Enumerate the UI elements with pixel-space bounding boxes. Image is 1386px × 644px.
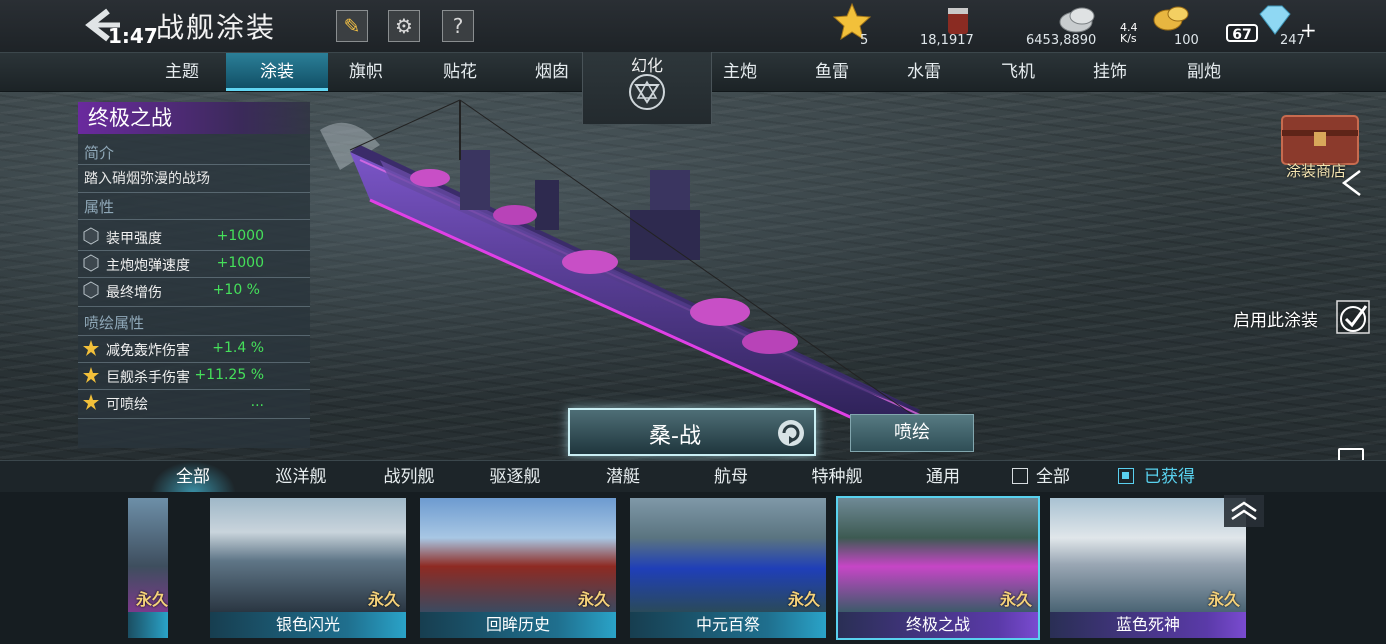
- hex-badge-icon: [83, 281, 99, 299]
- paint-attr-row: 可喷绘 ...: [82, 392, 308, 414]
- tab-paint[interactable]: 涂装: [226, 53, 328, 91]
- collapse-panel-icon[interactable]: [1338, 168, 1366, 198]
- paint-attr-row: 巨舰杀手伤害 +11.25 %: [82, 365, 308, 387]
- tab-theme[interactable]: 主题: [136, 53, 228, 91]
- skin-card[interactable]: 永久 中元百祭: [630, 498, 826, 638]
- skin-card[interactable]: 永久: [128, 498, 168, 638]
- tab-flag[interactable]: 旗帜: [320, 53, 412, 91]
- attr-row: 最终增伤 +10 %: [82, 280, 308, 302]
- filter-all[interactable]: 全部: [150, 461, 236, 493]
- divider: [78, 306, 310, 307]
- transform-button[interactable]: 幻化: [582, 52, 712, 124]
- filter-special[interactable]: 特种舰: [792, 461, 882, 493]
- tab-ornament[interactable]: 挂饰: [1064, 53, 1156, 91]
- attr-row: 装甲强度 +1000: [82, 226, 308, 248]
- gold-count: 100: [1174, 33, 1199, 48]
- settings-button[interactable]: ⚙: [388, 10, 420, 42]
- divider: [78, 277, 310, 278]
- paint-count: 18,1917: [920, 33, 974, 48]
- spray-paint-button[interactable]: 喷绘: [850, 414, 974, 452]
- skin-title: 终极之战: [78, 102, 310, 134]
- divider: [78, 418, 310, 419]
- skin-card[interactable]: 永久 回眸历史: [420, 498, 616, 638]
- divider: [78, 164, 310, 165]
- gear-icon: ⚙: [395, 14, 413, 38]
- apply-skin-label: 启用此涂装: [1233, 311, 1318, 331]
- stars-count: 5: [860, 33, 869, 48]
- tab-decal[interactable]: 贴花: [414, 53, 506, 91]
- tab-aircraft[interactable]: 飞机: [972, 53, 1064, 91]
- hex-badge-icon: [83, 254, 99, 272]
- help-button[interactable]: ?: [442, 10, 474, 42]
- filter-battleship[interactable]: 战列舰: [364, 461, 454, 493]
- divider: [78, 335, 310, 336]
- attr-row: 主炮炮弹速度 +1000: [82, 253, 308, 275]
- page-title: 战舰涂装: [156, 11, 277, 44]
- add-diamond-icon[interactable]: +: [1300, 18, 1317, 42]
- skin-card-selected[interactable]: 永久 终极之战: [836, 496, 1040, 640]
- refresh-icon: [778, 420, 804, 446]
- skin-card-list: 永久 永久 银色闪光 永久 回眸历史 永久 中元百祭 永久 终极之战 永久 蓝色…: [0, 492, 1386, 644]
- skin-ship-name: 桑-战: [649, 424, 701, 449]
- divider: [78, 219, 310, 220]
- intro-heading: 简介: [84, 144, 115, 162]
- skin-card[interactable]: 永久 蓝色死神: [1050, 498, 1246, 638]
- divider: [78, 389, 310, 390]
- apply-skin-checkbox[interactable]: [1336, 300, 1370, 334]
- paint-shop-label[interactable]: 涂装商店: [1286, 160, 1346, 181]
- status-clock: 1:47: [108, 24, 158, 48]
- skin-editor-button[interactable]: ✎: [336, 10, 368, 42]
- divider: [78, 362, 310, 363]
- silver-count: 6453,8890: [1026, 33, 1097, 48]
- filter-cruiser[interactable]: 巡洋舰: [256, 461, 346, 493]
- owned-checkbox[interactable]: [1118, 468, 1134, 484]
- ship-type-filter: 全部 巡洋舰 战列舰 驱逐舰 潜艇 航母 特种舰 通用 全部 已获得: [0, 460, 1386, 493]
- owned-label[interactable]: 已获得: [1144, 461, 1195, 493]
- tab-secondary-gun[interactable]: 副炮: [1158, 53, 1250, 91]
- filter-submarine[interactable]: 潜艇: [578, 461, 668, 493]
- attr-heading: 属性: [84, 198, 115, 216]
- skin-info-panel: 终极之战 简介 踏入硝烟弥漫的战场 属性 装甲强度 +1000 主炮炮弹速度 +…: [78, 102, 310, 448]
- intro-text: 踏入硝烟弥漫的战场: [84, 171, 210, 187]
- tab-torpedo[interactable]: 鱼雷: [786, 53, 878, 91]
- paint-attr-row: 减免轰炸伤害 +1.4 %: [82, 338, 308, 360]
- question-icon: ?: [452, 14, 464, 38]
- top-bar: 1:47 战舰涂装 ✎ ⚙ ? 5 18,1917 6453,8890 4.4 …: [0, 0, 1386, 52]
- battleship-model: [320, 99, 921, 437]
- gold-star-icon: [83, 340, 99, 356]
- show-all-checkbox[interactable]: [1012, 468, 1028, 484]
- filter-destroyer[interactable]: 驱逐舰: [470, 461, 560, 493]
- divider: [78, 250, 310, 251]
- hex-badge-icon: [83, 227, 99, 245]
- expand-list-icon[interactable]: [1224, 495, 1264, 527]
- show-all-label[interactable]: 全部: [1036, 461, 1070, 493]
- gold-star-icon: [83, 394, 99, 410]
- transform-icon: [629, 74, 665, 110]
- gold-star-icon: [83, 367, 99, 383]
- network-speed: 4.4 K/s: [1120, 21, 1138, 45]
- filter-general[interactable]: 通用: [900, 461, 986, 493]
- tab-mine[interactable]: 水雷: [878, 53, 970, 91]
- skin-name-button[interactable]: 桑-战: [568, 408, 816, 456]
- divider: [78, 192, 310, 193]
- brush-icon: ✎: [343, 14, 361, 38]
- skin-card[interactable]: 永久 银色闪光: [210, 498, 406, 638]
- filter-carrier[interactable]: 航母: [686, 461, 776, 493]
- paint-attr-heading: 喷绘属性: [84, 314, 145, 332]
